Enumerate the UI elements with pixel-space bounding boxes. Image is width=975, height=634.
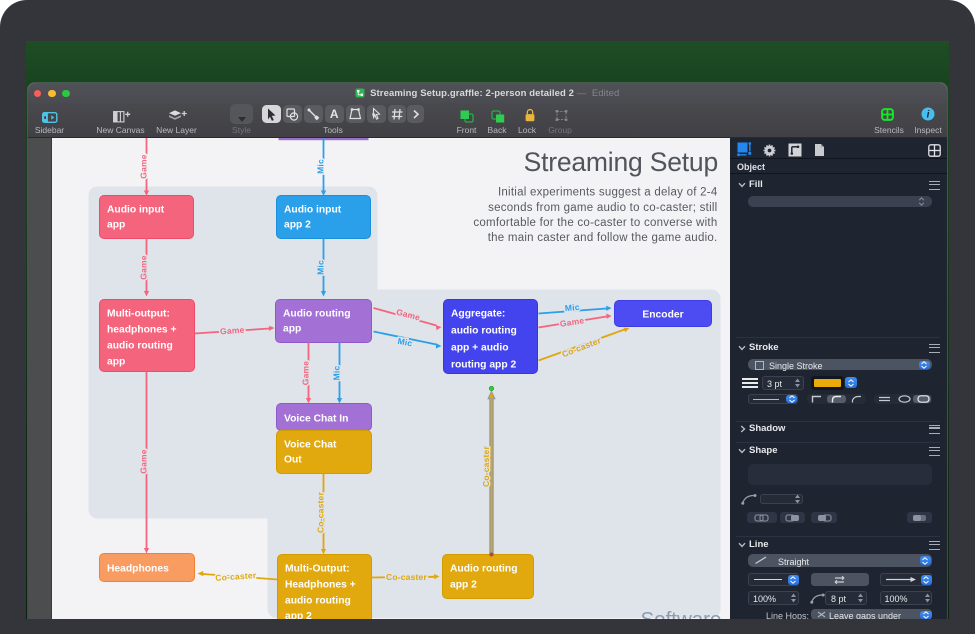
svg-text:Audio routing: Audio routing	[450, 563, 517, 574]
svg-text:Game: Game	[300, 360, 310, 384]
svg-text:headphones +: headphones +	[107, 324, 177, 335]
svg-text:routing app 2: routing app 2	[451, 359, 516, 370]
svg-text:Encoder: Encoder	[642, 309, 683, 320]
svg-text:app 2: app 2	[450, 579, 477, 590]
svg-text:Initial experiments suggest a: Initial experiments suggest a delay of 2…	[497, 186, 717, 198]
svg-text:the main caster and follow the: the main caster and follow the game audi…	[487, 232, 717, 244]
svg-text:Audio input: Audio input	[107, 204, 165, 215]
svg-text:Streaming Setup: Streaming Setup	[523, 147, 717, 177]
svg-text:Voice Chat: Voice Chat	[284, 439, 337, 450]
svg-text:Game: Game	[138, 449, 148, 473]
svg-text:audio routing: audio routing	[451, 325, 517, 336]
svg-text:Audio input: Audio input	[284, 204, 342, 215]
svg-text:Mic: Mic	[331, 365, 341, 380]
svg-text:Co-caster: Co-caster	[315, 491, 325, 533]
svg-text:Game: Game	[138, 154, 148, 178]
svg-text:Headphones +: Headphones +	[285, 579, 356, 590]
svg-text:Multi-output:: Multi-output:	[107, 308, 170, 319]
svg-text:app + audio: app + audio	[451, 342, 509, 353]
svg-text:Mic: Mic	[564, 301, 580, 312]
svg-text:Mic: Mic	[315, 260, 325, 275]
svg-text:Software: Software	[640, 608, 721, 620]
svg-text:Co-caster: Co-caster	[214, 570, 256, 583]
svg-text:Voice Chat In: Voice Chat In	[284, 413, 348, 424]
svg-text:Headphones: Headphones	[107, 563, 169, 574]
svg-text:audio routing: audio routing	[107, 340, 173, 351]
svg-text:seconds from game audio to co-: seconds from game audio to co-caster; st…	[488, 201, 717, 213]
svg-text:app 2: app 2	[284, 219, 311, 230]
svg-text:app: app	[107, 356, 125, 367]
svg-text:app: app	[107, 219, 125, 230]
svg-text:Multi-Output:: Multi-Output:	[285, 563, 350, 574]
svg-text:i: i	[927, 109, 930, 120]
svg-text:Mic: Mic	[315, 159, 325, 174]
svg-text:Game: Game	[138, 255, 148, 279]
svg-text:app 2: app 2	[285, 611, 312, 619]
svg-text:app: app	[283, 323, 301, 334]
svg-text:Co-caster: Co-caster	[481, 445, 491, 487]
svg-text:Game: Game	[219, 324, 244, 336]
svg-text:Out: Out	[284, 454, 302, 465]
svg-text:audio routing: audio routing	[285, 595, 351, 606]
svg-text:Aggregate:: Aggregate:	[451, 308, 505, 319]
svg-text:comfortable for the co-caster: comfortable for the co-caster to convers…	[473, 217, 717, 229]
svg-text:Audio routing: Audio routing	[283, 308, 350, 319]
svg-text:Co-caster: Co-caster	[385, 572, 427, 582]
